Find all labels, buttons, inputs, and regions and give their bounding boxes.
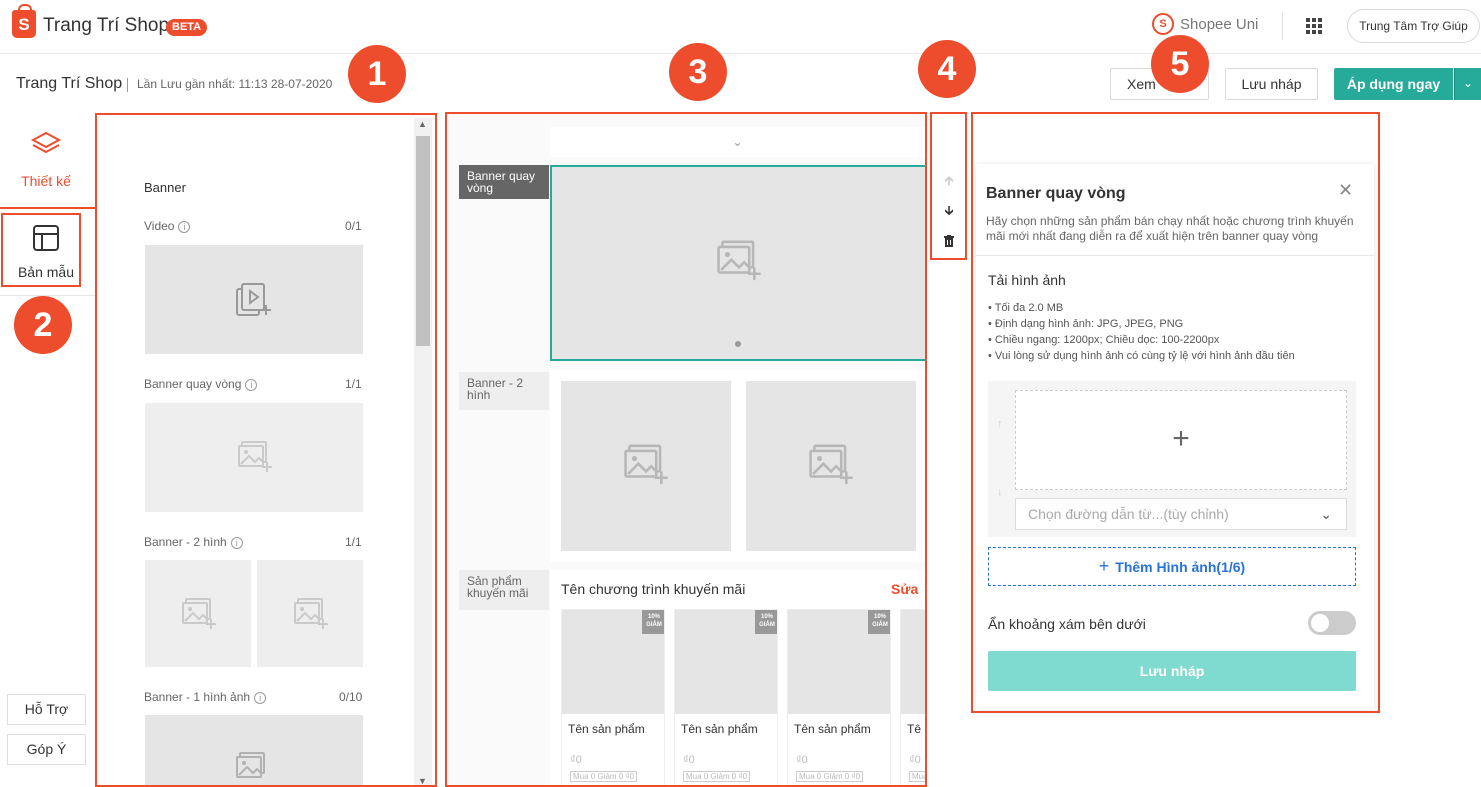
topbar-divider — [1282, 12, 1283, 40]
annotation-box-template — [1, 213, 81, 287]
annotation-box-design — [0, 113, 97, 209]
annotation-line-nav — [0, 207, 97, 787]
badge-3: 3 — [669, 43, 727, 101]
badge-4: 4 — [918, 40, 976, 98]
last-saved-text: Lần Lưu gần nhất: 11:13 28-07-2020 — [137, 77, 333, 91]
badge-5: 5 — [1151, 35, 1209, 93]
apply-now-button[interactable]: Áp dụng ngay — [1334, 68, 1453, 100]
badge-2: 2 — [14, 296, 72, 354]
annotation-box-tools — [930, 112, 967, 260]
page-title: Trang Trí Shop — [16, 75, 123, 92]
annotation-box-panel — [971, 112, 1380, 713]
annotation-box-canvas — [445, 112, 927, 787]
title-divider — [127, 78, 128, 92]
save-draft-button[interactable]: Lưu nháp — [1225, 68, 1318, 100]
annotation-box-library — [95, 113, 437, 787]
help-center-button[interactable]: Trung Tâm Trợ Giúp — [1347, 9, 1480, 43]
brand-title: Trang Trí Shop — [43, 15, 170, 36]
shopee-logo-icon[interactable]: S — [12, 4, 36, 38]
apps-grid-icon[interactable] — [1306, 18, 1322, 34]
shopee-uni-link[interactable]: Shopee Uni — [1180, 16, 1258, 33]
shopee-uni-icon[interactable]: S — [1152, 13, 1174, 35]
top-bar — [0, 0, 1481, 54]
apply-dropdown-chevron-icon[interactable]: ⌄ — [1454, 68, 1481, 100]
beta-badge: BETA — [166, 19, 208, 36]
badge-1: 1 — [348, 45, 406, 103]
